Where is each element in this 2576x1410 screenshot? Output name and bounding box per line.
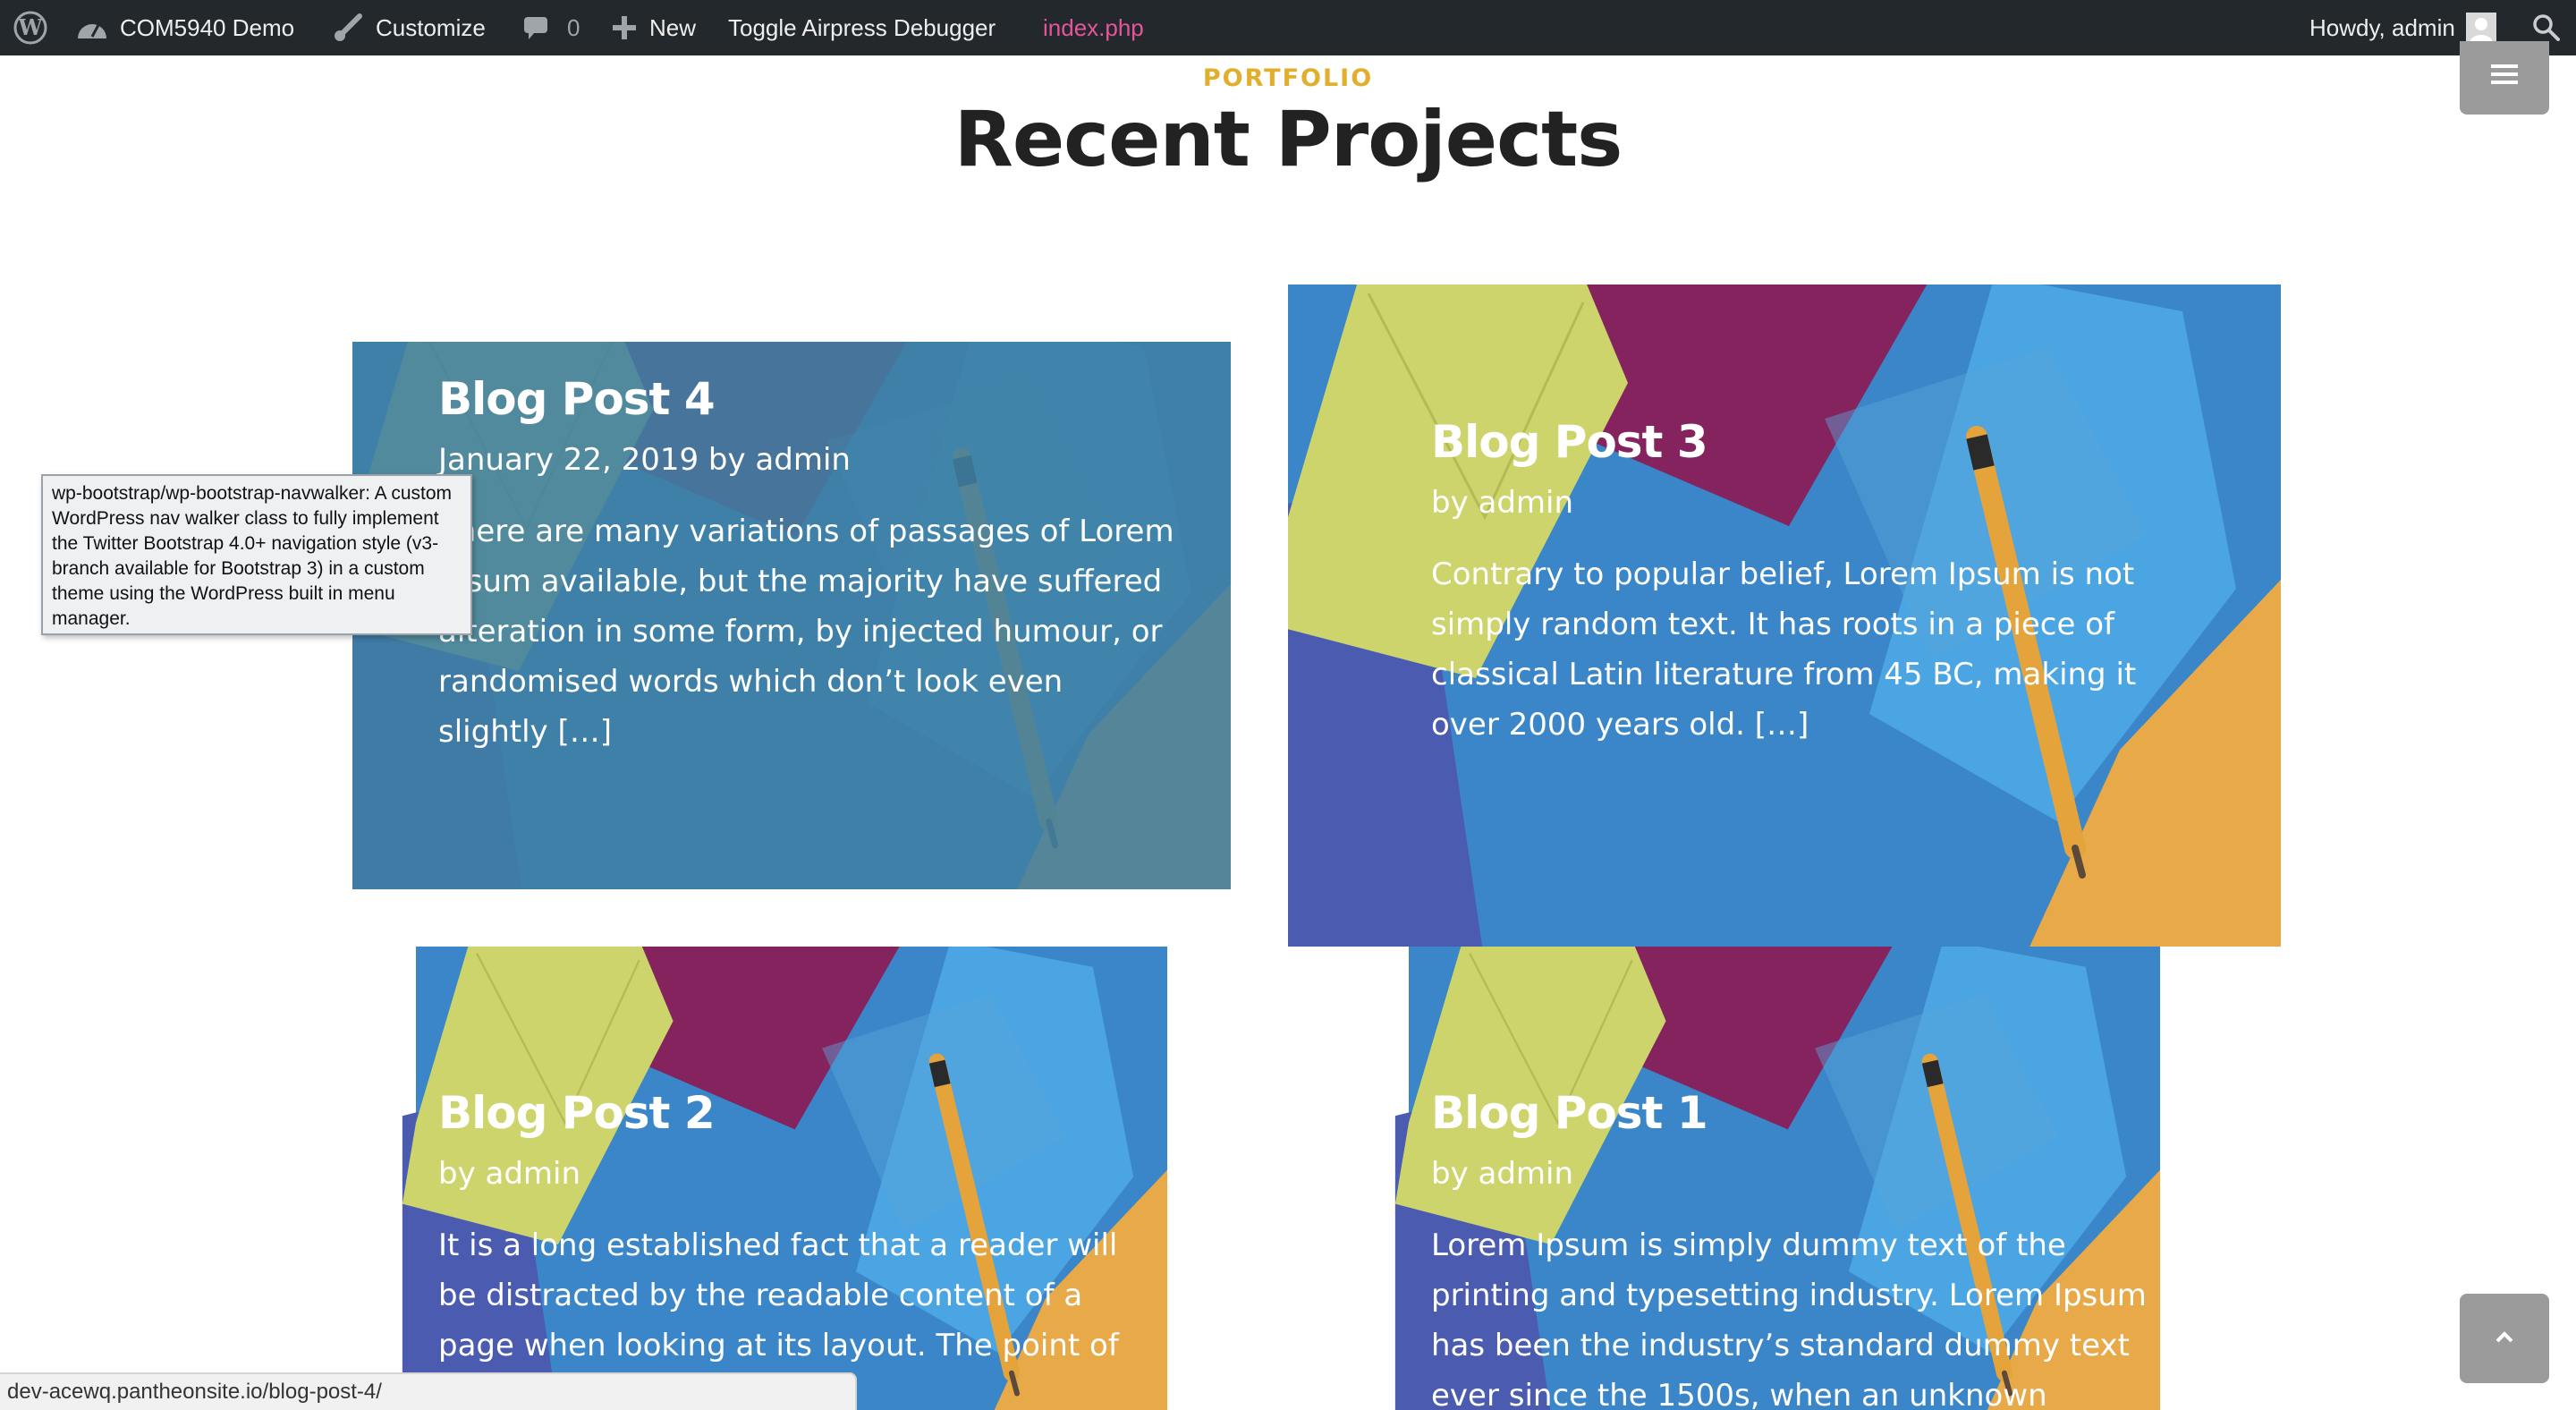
post-card-3[interactable]: Blog Post 3 by admin Contrary to popular…: [1288, 285, 2281, 947]
new-content-link[interactable]: New: [612, 0, 696, 55]
current-file-label: index.php: [1043, 13, 1144, 41]
post-excerpt: There are many variations of passages of…: [438, 514, 1174, 750]
chevron-up-icon: [2495, 1329, 2514, 1348]
hamburger-menu-icon: [2491, 64, 2518, 92]
avatar: [2465, 13, 2496, 43]
post-title[interactable]: Blog Post 1: [1431, 1086, 2147, 1140]
menu-toggle-button[interactable]: [2460, 41, 2549, 115]
post-meta: by admin: [1431, 1156, 1574, 1192]
post-title[interactable]: Blog Post 2: [438, 1086, 1154, 1140]
tooltip: wp-bootstrap/wp-bootstrap-navwalker: A c…: [41, 474, 472, 635]
dashboard-icon: [75, 14, 109, 41]
post-title[interactable]: Blog Post 4: [438, 372, 1177, 426]
post-excerpt: Lorem Ipsum is simply dummy text of the …: [1431, 1227, 2147, 1410]
customize-label: Customize: [376, 13, 486, 41]
post-card-1[interactable]: Blog Post 1 by admin Lorem Ipsum is simp…: [1288, 947, 2281, 1410]
new-label: New: [649, 13, 697, 41]
post-meta: January 22, 2019 by admin: [438, 442, 851, 478]
comments-count: 0: [567, 13, 580, 41]
site-name-link[interactable]: COM5940 Demo: [75, 0, 294, 55]
current-file-link[interactable]: index.php: [1043, 0, 1144, 55]
page-title: Recent Projects: [953, 95, 1623, 184]
paintbrush-icon: [333, 13, 363, 43]
post-title[interactable]: Blog Post 3: [1431, 415, 2147, 469]
post-excerpt: Contrary to popular belief, Lorem Ipsum …: [1431, 556, 2137, 743]
comments-link[interactable]: 0: [522, 0, 580, 55]
wordpress-logo-icon[interactable]: W: [13, 0, 48, 55]
status-url-bar: dev-acewq.pantheonsite.io/blog-post-4/: [0, 1372, 857, 1410]
site-name-label: COM5940 Demo: [120, 13, 295, 41]
toggle-debugger-label: Toggle Airpress Debugger: [728, 13, 996, 41]
post-meta: by admin: [438, 1156, 581, 1192]
post-card-4[interactable]: Blog Post 4 January 22, 2019 by admin Th…: [352, 342, 1231, 889]
comment-bubble-icon: [522, 14, 549, 41]
scroll-to-top-button[interactable]: [2460, 1294, 2549, 1383]
customize-link[interactable]: Customize: [333, 0, 486, 55]
post-meta: by admin: [1431, 485, 1574, 521]
admin-bar: W COM5940 Demo Customize 0 New Toggle Ai…: [0, 0, 2576, 55]
plus-icon: [612, 15, 637, 40]
post-card-2[interactable]: Blog Post 2 by admin It is a long establ…: [295, 947, 1288, 1410]
svg-text:W: W: [18, 14, 44, 40]
howdy-label: Howdy, admin: [2309, 13, 2455, 41]
section-eyebrow: PORTFOLIO: [1202, 64, 1374, 92]
toggle-debugger-link[interactable]: Toggle Airpress Debugger: [728, 0, 996, 55]
